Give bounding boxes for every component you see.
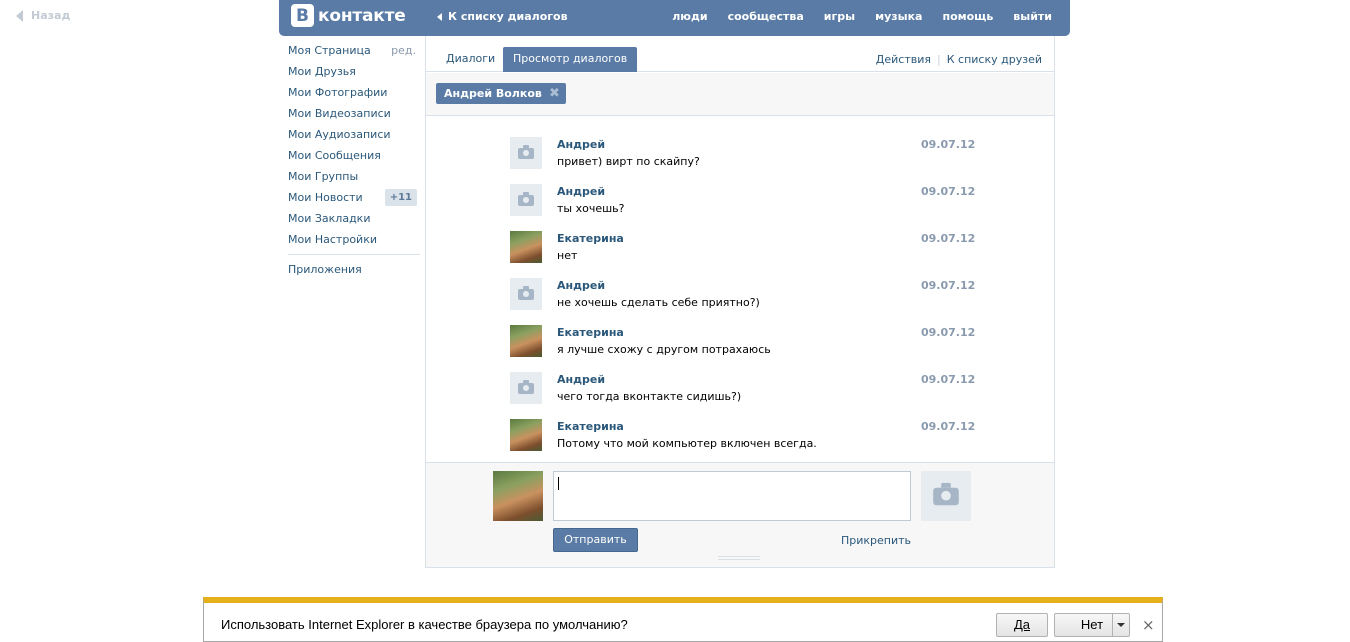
sidebar-divider xyxy=(288,254,420,255)
nav-logout[interactable]: выйти xyxy=(1013,10,1052,23)
attach-link[interactable]: Прикрепить xyxy=(841,534,911,547)
message-item: Андрей 09.07.12 чего тогда вконтакте сид… xyxy=(510,351,975,404)
message-date: 09.07.12 xyxy=(921,326,976,339)
back-arrow-icon xyxy=(16,9,23,22)
sidebar-item-photos[interactable]: Мои Фотографии xyxy=(279,82,420,103)
message-list: Андрей 09.07.12 привет) вирт по скайпу? … xyxy=(426,116,1054,462)
avatar[interactable] xyxy=(510,419,542,451)
camera-icon xyxy=(518,285,534,300)
sidebar-item-messages[interactable]: Мои Сообщения xyxy=(279,145,420,166)
message-item: Екатерина 09.07.12 нет xyxy=(510,210,975,263)
sidebar-item-label: Мои Фотографии xyxy=(288,86,388,99)
sidebar-item-groups[interactable]: Мои Группы xyxy=(279,166,420,187)
header-bar: В контакте К списку диалогов люди сообще… xyxy=(279,0,1070,36)
message-input[interactable] xyxy=(553,471,911,521)
message-date: 09.07.12 xyxy=(921,232,976,245)
sidebar-item-label: Мои Настройки xyxy=(288,233,377,246)
sidebar-item-label: Мои Друзья xyxy=(288,65,356,78)
dialog-panel: Диалоги Просмотр диалогов Действия | К с… xyxy=(425,36,1055,568)
back-to-dialogs-link[interactable]: К списку диалогов xyxy=(437,10,568,23)
message-author[interactable]: Екатерина xyxy=(557,326,624,339)
sidebar-item-label: Мои Закладки xyxy=(288,212,371,225)
sidebar-item-apps[interactable]: Приложения xyxy=(279,259,420,280)
sidebar-item-bookmarks[interactable]: Мои Закладки xyxy=(279,208,420,229)
friends-list-link[interactable]: К списку друзей xyxy=(947,53,1042,66)
ie-default-browser-bar: Использовать Internet Explorer в качеств… xyxy=(203,597,1163,642)
message-date: 09.07.12 xyxy=(921,420,976,433)
message-author[interactable]: Андрей xyxy=(557,185,605,198)
camera-icon xyxy=(518,191,534,206)
tab-view-dialogs[interactable]: Просмотр диалогов xyxy=(503,47,638,72)
sidebar-item-audio[interactable]: Мои Аудиозаписи xyxy=(279,124,420,145)
back-link-label: Назад xyxy=(31,9,71,22)
dialog-tabs: Диалоги Просмотр диалогов Действия | К с… xyxy=(426,36,1054,72)
sidebar-item-my-page[interactable]: Моя Страница ред. xyxy=(279,40,420,61)
sidebar-item-label: Мои Аудиозаписи xyxy=(288,128,391,141)
send-button[interactable]: Отправить xyxy=(553,528,638,552)
message-item: Андрей 09.07.12 привет) вирт по скайпу? xyxy=(510,116,975,169)
sidebar-item-label: Приложения xyxy=(288,263,362,276)
ie-bar-message: Использовать Internet Explorer в качеств… xyxy=(221,617,628,632)
news-count-badge: +11 xyxy=(384,189,417,206)
top-nav: люди сообщества игры музыка помощь выйти xyxy=(672,10,1052,23)
nav-help[interactable]: помощь xyxy=(942,10,993,23)
text-caret xyxy=(558,477,559,490)
message-author[interactable]: Андрей xyxy=(557,373,605,386)
sidebar-item-settings[interactable]: Мои Настройки xyxy=(279,229,420,250)
back-link[interactable]: Назад xyxy=(16,9,70,22)
sidebar-item-news[interactable]: Мои Новости +11 xyxy=(279,187,420,208)
message-author[interactable]: Екатерина xyxy=(557,232,624,245)
nav-communities[interactable]: сообщества xyxy=(728,10,804,23)
nav-games[interactable]: игры xyxy=(824,10,855,23)
left-sidebar: Моя Страница ред. Мои Друзья Мои Фотогра… xyxy=(279,40,420,280)
back-to-dialogs-label: К списку диалогов xyxy=(448,10,568,23)
camera-icon xyxy=(518,379,534,394)
tab-dialogs[interactable]: Диалоги xyxy=(436,47,505,72)
no-button[interactable]: Нет xyxy=(1054,613,1130,637)
sidebar-item-label: Мои Новости xyxy=(288,191,363,204)
camera-icon xyxy=(518,144,534,159)
participant-filter: Андрей Волков ✖ xyxy=(426,73,1054,116)
tab-actions: Действия | К списку друзей xyxy=(876,53,1042,66)
sidebar-item-label: Мои Сообщения xyxy=(288,149,381,162)
message-date: 09.07.12 xyxy=(921,373,976,386)
message-text: Потому что мой компьютер включен всегда. xyxy=(557,437,817,450)
sidebar-item-label: Мои Группы xyxy=(288,170,359,183)
nav-music[interactable]: музыка xyxy=(875,10,922,23)
recipient-avatar[interactable] xyxy=(921,471,971,521)
remove-chip-icon[interactable]: ✖ xyxy=(549,83,560,104)
back-arrow-icon xyxy=(437,12,442,21)
dropdown-arrow-icon[interactable] xyxy=(1112,614,1129,636)
edit-profile-link[interactable]: ред. xyxy=(391,40,416,61)
message-date: 09.07.12 xyxy=(921,138,976,151)
message-author[interactable]: Андрей xyxy=(557,279,605,292)
yes-button[interactable]: Да xyxy=(996,613,1048,637)
camera-icon xyxy=(933,482,959,505)
message-item: Екатерина 09.07.12 Потому что мой компью… xyxy=(510,398,975,451)
sidebar-item-label: Мои Видеозаписи xyxy=(288,107,391,120)
sidebar-item-friends[interactable]: Мои Друзья xyxy=(279,61,420,82)
message-item: Андрей 09.07.12 не хочешь сделать себе п… xyxy=(510,257,975,310)
message-author[interactable]: Екатерина xyxy=(557,420,624,433)
my-avatar[interactable] xyxy=(493,471,543,521)
message-author[interactable]: Андрей xyxy=(557,138,605,151)
nav-people[interactable]: люди xyxy=(672,10,707,23)
logo-badge: В xyxy=(291,4,314,27)
sidebar-item-videos[interactable]: Мои Видеозаписи xyxy=(279,103,420,124)
message-date: 09.07.12 xyxy=(921,279,976,292)
sidebar-item-label: Моя Страница xyxy=(288,44,371,57)
participant-chip-label: Андрей Волков xyxy=(444,87,542,100)
resize-grip[interactable] xyxy=(718,556,760,560)
actions-link[interactable]: Действия xyxy=(876,53,931,66)
compose-area: Отправить Прикрепить xyxy=(426,462,1054,567)
actions-separator: | xyxy=(937,53,941,66)
site-logo[interactable]: В контакте xyxy=(291,4,406,27)
message-item: Андрей 09.07.12 ты хочешь? xyxy=(510,163,975,216)
message-date: 09.07.12 xyxy=(921,185,976,198)
participant-chip[interactable]: Андрей Волков ✖ xyxy=(436,83,566,104)
message-item: Екатерина 09.07.12 я лучше схожу с друго… xyxy=(510,304,975,357)
close-icon[interactable]: × xyxy=(1142,616,1155,634)
logo-text: контакте xyxy=(318,5,406,26)
